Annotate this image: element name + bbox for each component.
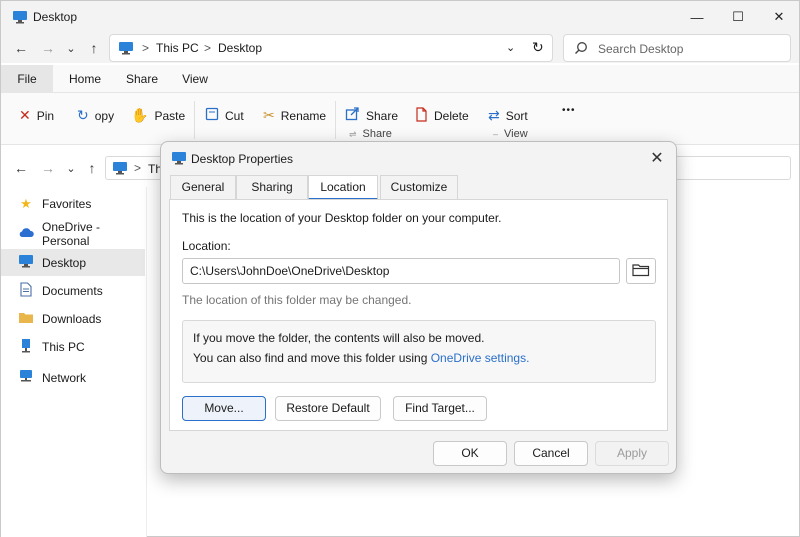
location-hint: The location of this folder may be chang… xyxy=(182,293,412,307)
ribbon-divider xyxy=(194,101,195,139)
recent-locations-button[interactable]: ⌄ xyxy=(61,38,81,58)
back-button-2[interactable]: ← xyxy=(11,158,31,178)
forward-button-2[interactable]: → xyxy=(38,158,58,178)
computer-icon xyxy=(18,338,34,356)
monitor-icon xyxy=(12,10,28,27)
sort-button[interactable]: ⇄ Sort xyxy=(488,107,528,124)
share-sub-icon: ⇌ xyxy=(349,128,357,139)
monitor-icon xyxy=(18,254,34,271)
recent-locations-button-2[interactable]: ⌄ xyxy=(61,158,81,178)
ribbon-tabs: File Home Share View xyxy=(1,65,799,93)
document-icon xyxy=(18,281,34,300)
back-button[interactable]: ← xyxy=(11,38,31,58)
breadcrumb-this-pc[interactable]: This PC xyxy=(156,41,199,55)
up-button[interactable]: ↑ xyxy=(84,38,104,58)
cut-icon xyxy=(205,107,219,124)
close-icon: ✕ xyxy=(650,150,664,167)
ribbon-divider xyxy=(335,101,336,139)
view-subcommand[interactable]: – View xyxy=(493,128,528,140)
folder-icon xyxy=(18,311,34,327)
close-window-button[interactable]: ✕ xyxy=(759,1,799,33)
search-placeholder: Search Desktop xyxy=(598,42,684,56)
dialog-title: Desktop Properties xyxy=(191,152,294,166)
monitor-icon xyxy=(112,161,128,178)
navigation-bar: ← → ⌄ ↑ > This PC > Desktop ⌄ ↻ Search D… xyxy=(1,33,799,63)
tab-location[interactable]: Location xyxy=(308,175,378,200)
tab-sharing[interactable]: Sharing xyxy=(236,175,308,199)
paste-icon: ✋ xyxy=(131,107,149,123)
window-title: Desktop xyxy=(33,10,78,24)
info-box: If you move the folder, the contents wil… xyxy=(182,320,656,383)
cut-button[interactable]: Cut xyxy=(205,107,244,124)
tab-share[interactable]: Share xyxy=(116,65,168,93)
find-target-button[interactable]: Find Target... xyxy=(393,396,487,421)
copy-icon: ↻ xyxy=(77,107,89,123)
sidebar-item-desktop[interactable]: Desktop xyxy=(1,249,145,276)
location-tab-panel: This is the location of your Desktop fol… xyxy=(169,199,668,431)
sidebar-item-documents[interactable]: Documents xyxy=(1,277,145,304)
paste-button[interactable]: ✋ Paste xyxy=(131,107,185,124)
restore-default-button[interactable]: Restore Default xyxy=(275,396,381,421)
star-icon: ★ xyxy=(20,195,32,211)
tab-home[interactable]: Home xyxy=(59,65,111,93)
breadcrumb-desktop[interactable]: Desktop xyxy=(218,41,262,55)
rename-icon: ✂ xyxy=(263,107,275,123)
maximize-button[interactable]: ☐ xyxy=(718,1,758,33)
sidebar-item-favorites[interactable]: ★ Favorites xyxy=(1,190,145,217)
chevron-right-icon: > xyxy=(142,41,150,55)
share-icon xyxy=(345,107,360,124)
share-subcommand[interactable]: ⇌ Share xyxy=(349,128,392,140)
chevron-right-icon: > xyxy=(134,161,142,175)
ok-button[interactable]: OK xyxy=(433,441,507,466)
refresh-icon[interactable]: ↻ xyxy=(532,39,544,56)
location-description: This is the location of your Desktop fol… xyxy=(182,211,502,225)
tab-customize[interactable]: Customize xyxy=(380,175,458,199)
rename-button[interactable]: ✂ Rename xyxy=(263,107,326,124)
search-icon xyxy=(574,41,588,58)
close-dialog-button[interactable]: ✕ xyxy=(644,146,670,170)
location-label: Location: xyxy=(182,239,231,253)
sidebar-item-onedrive[interactable]: OneDrive - Personal xyxy=(1,220,145,248)
search-box[interactable]: Search Desktop xyxy=(563,34,791,62)
location-path-input[interactable]: C:\Users\JohnDoe\OneDrive\Desktop xyxy=(182,258,620,284)
chevron-right-icon: > xyxy=(204,41,212,55)
forward-button[interactable]: → xyxy=(38,38,58,58)
title-bar: Desktop — ☐ ✕ xyxy=(1,1,799,33)
sort-icon: ⇄ xyxy=(488,107,500,123)
desktop-properties-dialog: Desktop Properties ✕ General Sharing Loc… xyxy=(160,141,677,474)
browse-folder-button[interactable] xyxy=(626,258,656,284)
address-dropdown-icon[interactable]: ⌄ xyxy=(506,41,515,54)
onedrive-settings-link[interactable]: OneDrive settings. xyxy=(431,351,530,365)
more-options-button[interactable]: ••• xyxy=(562,105,576,116)
up-button-2[interactable]: ↑ xyxy=(82,158,102,178)
tab-file[interactable]: File xyxy=(1,65,53,93)
address-bar[interactable]: > This PC > Desktop ⌄ ↻ xyxy=(109,34,553,62)
pin-icon: ✕ xyxy=(19,107,31,123)
sidebar-item-downloads[interactable]: Downloads xyxy=(1,305,145,332)
delete-button[interactable]: Delete xyxy=(415,107,469,125)
info-line-1: If you move the folder, the contents wil… xyxy=(193,331,485,345)
sidebar-item-this-pc[interactable]: This PC xyxy=(1,333,145,360)
monitor-icon xyxy=(118,41,134,58)
sidebar-item-network[interactable]: Network xyxy=(1,364,145,391)
ribbon-toolbar: ✕ Pin ↻ opy ✋ Paste Cut ✂ Rename Share ⇌… xyxy=(1,93,799,145)
tab-view[interactable]: View xyxy=(169,65,221,93)
delete-icon xyxy=(415,107,428,125)
move-button[interactable]: Move... xyxy=(182,396,266,421)
apply-button[interactable]: Apply xyxy=(595,441,669,466)
tab-general[interactable]: General xyxy=(170,175,236,199)
share-button[interactable]: Share xyxy=(345,107,398,124)
pin-button[interactable]: ✕ Pin xyxy=(19,107,54,124)
folder-icon xyxy=(632,263,650,280)
monitor-icon xyxy=(171,151,187,168)
minimize-button[interactable]: — xyxy=(677,1,717,33)
info-line-2: You can also find and move this folder u… xyxy=(193,351,530,365)
copy-button[interactable]: ↻ opy xyxy=(77,107,114,124)
cloud-icon xyxy=(18,226,34,241)
view-sub-icon: – xyxy=(493,129,499,139)
network-icon xyxy=(18,369,34,386)
cancel-button[interactable]: Cancel xyxy=(514,441,588,466)
navigation-pane: ★ Favorites OneDrive - Personal Desktop … xyxy=(1,187,147,537)
